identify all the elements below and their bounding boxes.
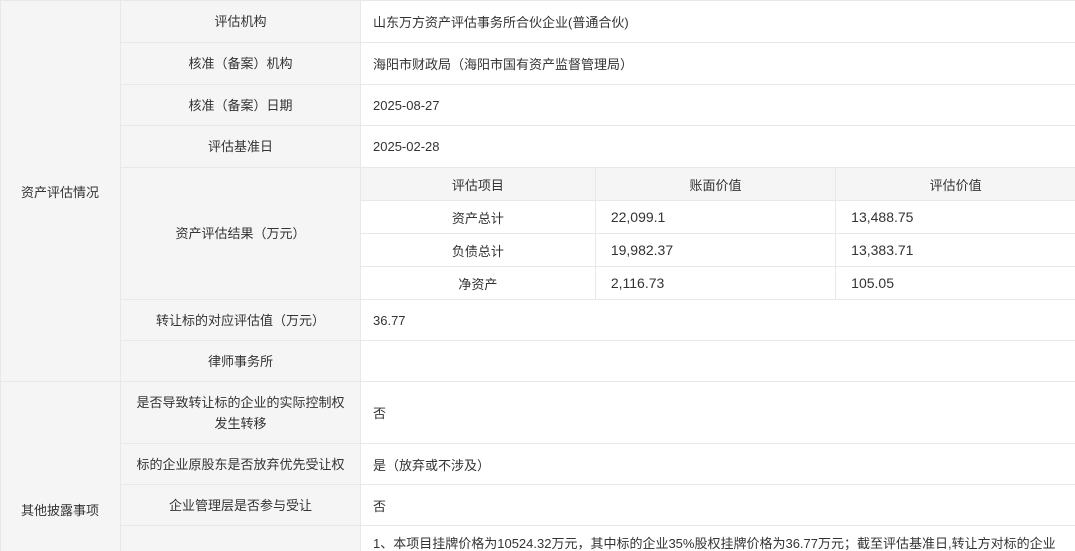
sub-header-item: 评估项目 [361,168,595,201]
sub-header-book-value: 账面价值 [595,168,835,201]
sub-row-item: 负债总计 [361,234,595,267]
row-value-waive-priority: 是（放弃或不涉及） [361,444,1075,485]
table-row: 转让标的对应评估值（万元） 36.77 [1,300,1075,341]
section-title-other-disclosure: 其他披露事项 [1,382,121,551]
table-row: 评估项目 账面价值 评估价值 [361,168,1075,201]
row-label-approval-agency: 核准（备案）机构 [121,43,361,85]
sub-row-item: 资产总计 [361,201,595,234]
row-value-approval-agency: 海阳市财政局（海阳市国有资产监督管理局） [361,43,1075,85]
row-label-eval-result: 资产评估结果（万元） [121,168,361,300]
row-label-transfer-eval-value: 转让标的对应评估值（万元） [121,300,361,341]
table-row: 资产评估结果（万元） 评估项目 账面价值 评估价值 [1,168,1075,300]
major-matters-paragraph-1: 1、本项目挂牌价格为10524.32万元，其中标的企业35%股权挂牌价格为36.… [373,531,1063,551]
table-row: 净资产 2,116.73 105.05 [361,267,1075,300]
table-row: 资产评估情况 评估机构 山东万方资产评估事务所合伙企业(普通合伙) [1,1,1075,43]
table-row: 核准（备案）日期 2025-08-27 [1,85,1075,126]
row-label-base-date: 评估基准日 [121,126,361,168]
table-row: 企业管理层是否参与受让 否 [1,485,1075,526]
eval-result-nested-cell: 评估项目 账面价值 评估价值 资产总计 22,099.1 13,488.75 负… [361,168,1075,300]
row-label-approval-date: 核准（备案）日期 [121,85,361,126]
sub-row-book-value: 2,116.73 [595,267,835,300]
asset-evaluation-disclosure-table: 资产评估情况 评估机构 山东万方资产评估事务所合伙企业(普通合伙) 核准（备案）… [0,0,1075,551]
row-value-law-firm [361,341,1075,382]
table-row: 评估基准日 2025-02-28 [1,126,1075,168]
table-row: 核准（备案）机构 海阳市财政局（海阳市国有资产监督管理局） [1,43,1075,85]
row-label-law-firm: 律师事务所 [121,341,361,382]
sub-row-book-value: 19,982.37 [595,234,835,267]
row-label-eval-agency: 评估机构 [121,1,361,43]
row-value-eval-agency: 山东万方资产评估事务所合伙企业(普通合伙) [361,1,1075,43]
table-row: 资产总计 22,099.1 13,488.75 [361,201,1075,234]
table-row: 标的企业原股东是否放弃优先受让权 是（放弃或不涉及） [1,444,1075,485]
table-row: 其他披露事项 是否导致转让标的企业的实际控制权发生转移 否 [1,382,1075,444]
table-row: 负债总计 19,982.37 13,383.71 [361,234,1075,267]
row-value-transfer-eval-value: 36.77 [361,300,1075,341]
row-value-management-participate: 否 [361,485,1075,526]
row-label-major-matters: 重大事项及其他披露内容 [121,526,361,551]
row-label-control-transfer: 是否导致转让标的企业的实际控制权发生转移 [121,382,361,444]
disclosure-page: 资产评估情况 评估机构 山东万方资产评估事务所合伙企业(普通合伙) 核准（备案）… [0,0,1075,551]
row-label-waive-priority: 标的企业原股东是否放弃优先受让权 [121,444,361,485]
section-title-asset-eval: 资产评估情况 [1,1,121,382]
sub-row-eval-value: 13,383.71 [836,234,1075,267]
sub-row-book-value: 22,099.1 [595,201,835,234]
sub-header-eval-value: 评估价值 [836,168,1075,201]
row-value-major-matters: 1、本项目挂牌价格为10524.32万元，其中标的企业35%股权挂牌价格为36.… [361,526,1075,551]
row-label-management-participate: 企业管理层是否参与受让 [121,485,361,526]
sub-row-item: 净资产 [361,267,595,300]
row-value-control-transfer: 否 [361,382,1075,444]
table-row: 重大事项及其他披露内容 1、本项目挂牌价格为10524.32万元，其中标的企业3… [1,526,1075,551]
sub-row-eval-value: 105.05 [836,267,1075,300]
evaluation-result-table: 评估项目 账面价值 评估价值 资产总计 22,099.1 13,488.75 负… [361,168,1075,299]
row-value-base-date: 2025-02-28 [361,126,1075,168]
row-value-approval-date: 2025-08-27 [361,85,1075,126]
table-row: 律师事务所 [1,341,1075,382]
sub-row-eval-value: 13,488.75 [836,201,1075,234]
